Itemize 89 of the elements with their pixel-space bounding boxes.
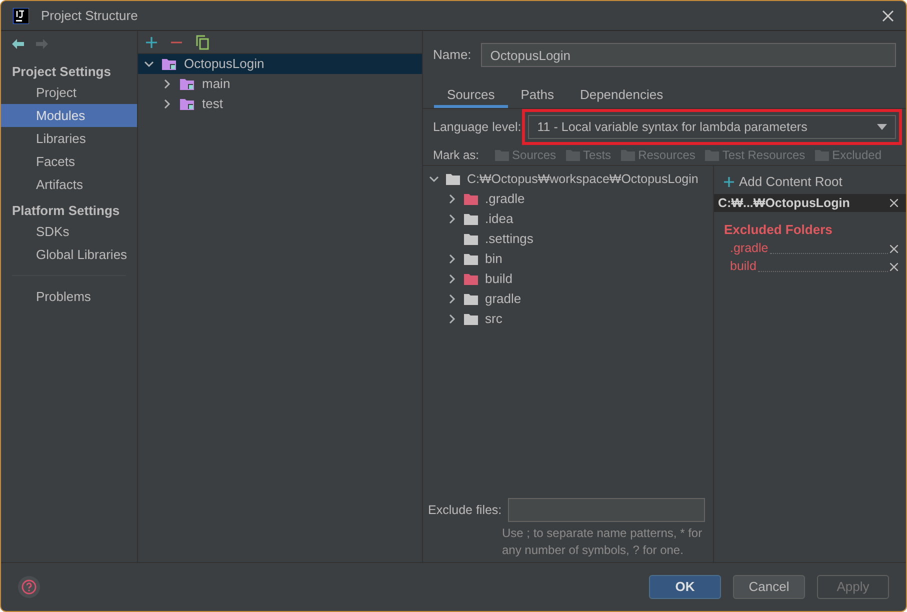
folder-icon <box>464 253 478 265</box>
chevron-right-icon[interactable] <box>162 99 172 109</box>
folder-icon <box>566 148 580 160</box>
tree-row[interactable]: test <box>138 94 422 114</box>
window-title: Project Structure <box>41 6 138 25</box>
excluded-folder: .gradle <box>730 240 768 258</box>
tree-row[interactable]: C:₩Octopus₩workspace₩OctopusLogin <box>423 169 713 189</box>
help-button[interactable] <box>18 576 40 598</box>
chevron-right-icon[interactable] <box>447 314 457 324</box>
sidebar-item[interactable]: Artifacts <box>1 173 137 196</box>
language-level-dropdown[interactable]: 11 - Local variable syntax for lambda parameters <box>528 115 896 139</box>
module-folder-icon <box>180 98 194 110</box>
tree-label: .idea <box>485 210 514 228</box>
chevron-right-icon[interactable] <box>162 79 172 89</box>
content-root-row[interactable]: C:₩...₩OctopusLogin <box>714 194 906 212</box>
excluded-folders-heading: Excluded Folders <box>723 221 834 239</box>
folder-icon <box>464 213 478 225</box>
folder-icon <box>815 148 830 160</box>
add-icon[interactable] <box>724 177 734 187</box>
tree-row[interactable]: main <box>138 74 422 94</box>
sidebar-item[interactable]: Libraries <box>1 127 137 150</box>
add-content-root-link[interactable]: Add Content Root <box>739 172 842 192</box>
language-level-label: Language level: <box>433 118 522 136</box>
module-folder-icon <box>180 78 194 90</box>
folder-icon <box>495 148 510 160</box>
tree-row[interactable]: gradle <box>423 289 713 309</box>
hint-text: Use ; to separate name patterns, * for any number of symbols, ? for one. <box>501 525 704 559</box>
chevron-right-icon[interactable] <box>447 194 457 204</box>
close-icon[interactable] <box>882 10 894 22</box>
tab[interactable]: Sources <box>434 84 508 108</box>
mark-as-label: Mark as: <box>433 146 480 164</box>
dialog-button[interactable]: OK <box>649 575 721 599</box>
folder-icon <box>464 233 478 245</box>
tree-label: .settings <box>485 230 534 248</box>
sidebar-item[interactable]: Global Libraries <box>1 243 137 266</box>
tree-row[interactable]: .gradle <box>423 189 713 209</box>
chevron-right-icon[interactable] <box>447 254 457 264</box>
chevron-down-icon[interactable] <box>144 59 154 69</box>
copy-icon[interactable] <box>196 34 209 50</box>
exclude-files-label: Exclude files: <box>428 502 502 519</box>
chevron-right-icon[interactable] <box>447 294 457 304</box>
sidebar-item[interactable]: SDKs <box>1 220 137 243</box>
folder-icon <box>464 293 478 305</box>
tree-row[interactable]: bin <box>423 249 713 269</box>
folder-icon <box>464 313 478 325</box>
sidebar-item[interactable]: Modules <box>1 104 137 127</box>
sidebar-item[interactable]: Facets <box>1 150 137 173</box>
section-heading: Platform Settings <box>11 202 121 220</box>
tree-label: C:₩Octopus₩workspace₩OctopusLogin <box>467 170 698 188</box>
tree-row[interactable]: .idea <box>423 209 713 229</box>
name-label: Name: <box>433 46 472 64</box>
sidebar-item[interactable]: Project <box>1 81 137 104</box>
tree-row[interactable]: build <box>423 269 713 289</box>
chevron-right-icon[interactable] <box>447 274 457 284</box>
chevron-down-icon[interactable] <box>429 174 439 184</box>
tree-label: build <box>485 270 512 288</box>
dialog-button[interactable]: Cancel <box>733 575 805 599</box>
tree-label: test <box>202 95 223 114</box>
tree-label: .gradle <box>485 190 525 208</box>
section-heading: Project Settings <box>11 62 112 81</box>
folder-icon <box>705 148 720 160</box>
tab[interactable]: Dependencies <box>566 84 676 108</box>
module-folder-icon <box>162 58 176 70</box>
excluded-folder: build <box>730 258 756 276</box>
tree-label: main <box>202 75 230 94</box>
help-icon <box>21 579 37 595</box>
chevron-right-icon[interactable] <box>447 214 457 224</box>
add-icon[interactable] <box>146 36 157 48</box>
tree-label: gradle <box>485 290 522 308</box>
tree-label: src <box>485 310 502 328</box>
app-logo-icon <box>13 8 29 24</box>
dropdown-caret-icon <box>877 124 887 130</box>
tree-row[interactable]: src <box>423 309 713 329</box>
folder-icon <box>621 148 636 160</box>
content-root-path: C:₩...₩OctopusLogin <box>718 194 850 212</box>
sidebar-item[interactable]: Problems <box>1 285 137 308</box>
name-field[interactable]: OctopusLogin <box>481 43 896 67</box>
folder-icon <box>464 273 478 285</box>
close-icon[interactable] <box>890 262 898 270</box>
tree-row[interactable]: OctopusLogin <box>138 54 422 74</box>
back-arrow-icon[interactable] <box>12 39 24 49</box>
close-icon[interactable] <box>890 199 898 207</box>
tree-row[interactable]: .settings <box>423 229 713 249</box>
tree-label: OctopusLogin <box>184 55 264 74</box>
tree-label: bin <box>485 250 502 268</box>
folder-icon <box>464 193 478 205</box>
exclude-files-field[interactable] <box>508 498 705 522</box>
tab[interactable]: Paths <box>508 84 567 108</box>
close-icon[interactable] <box>890 244 898 252</box>
